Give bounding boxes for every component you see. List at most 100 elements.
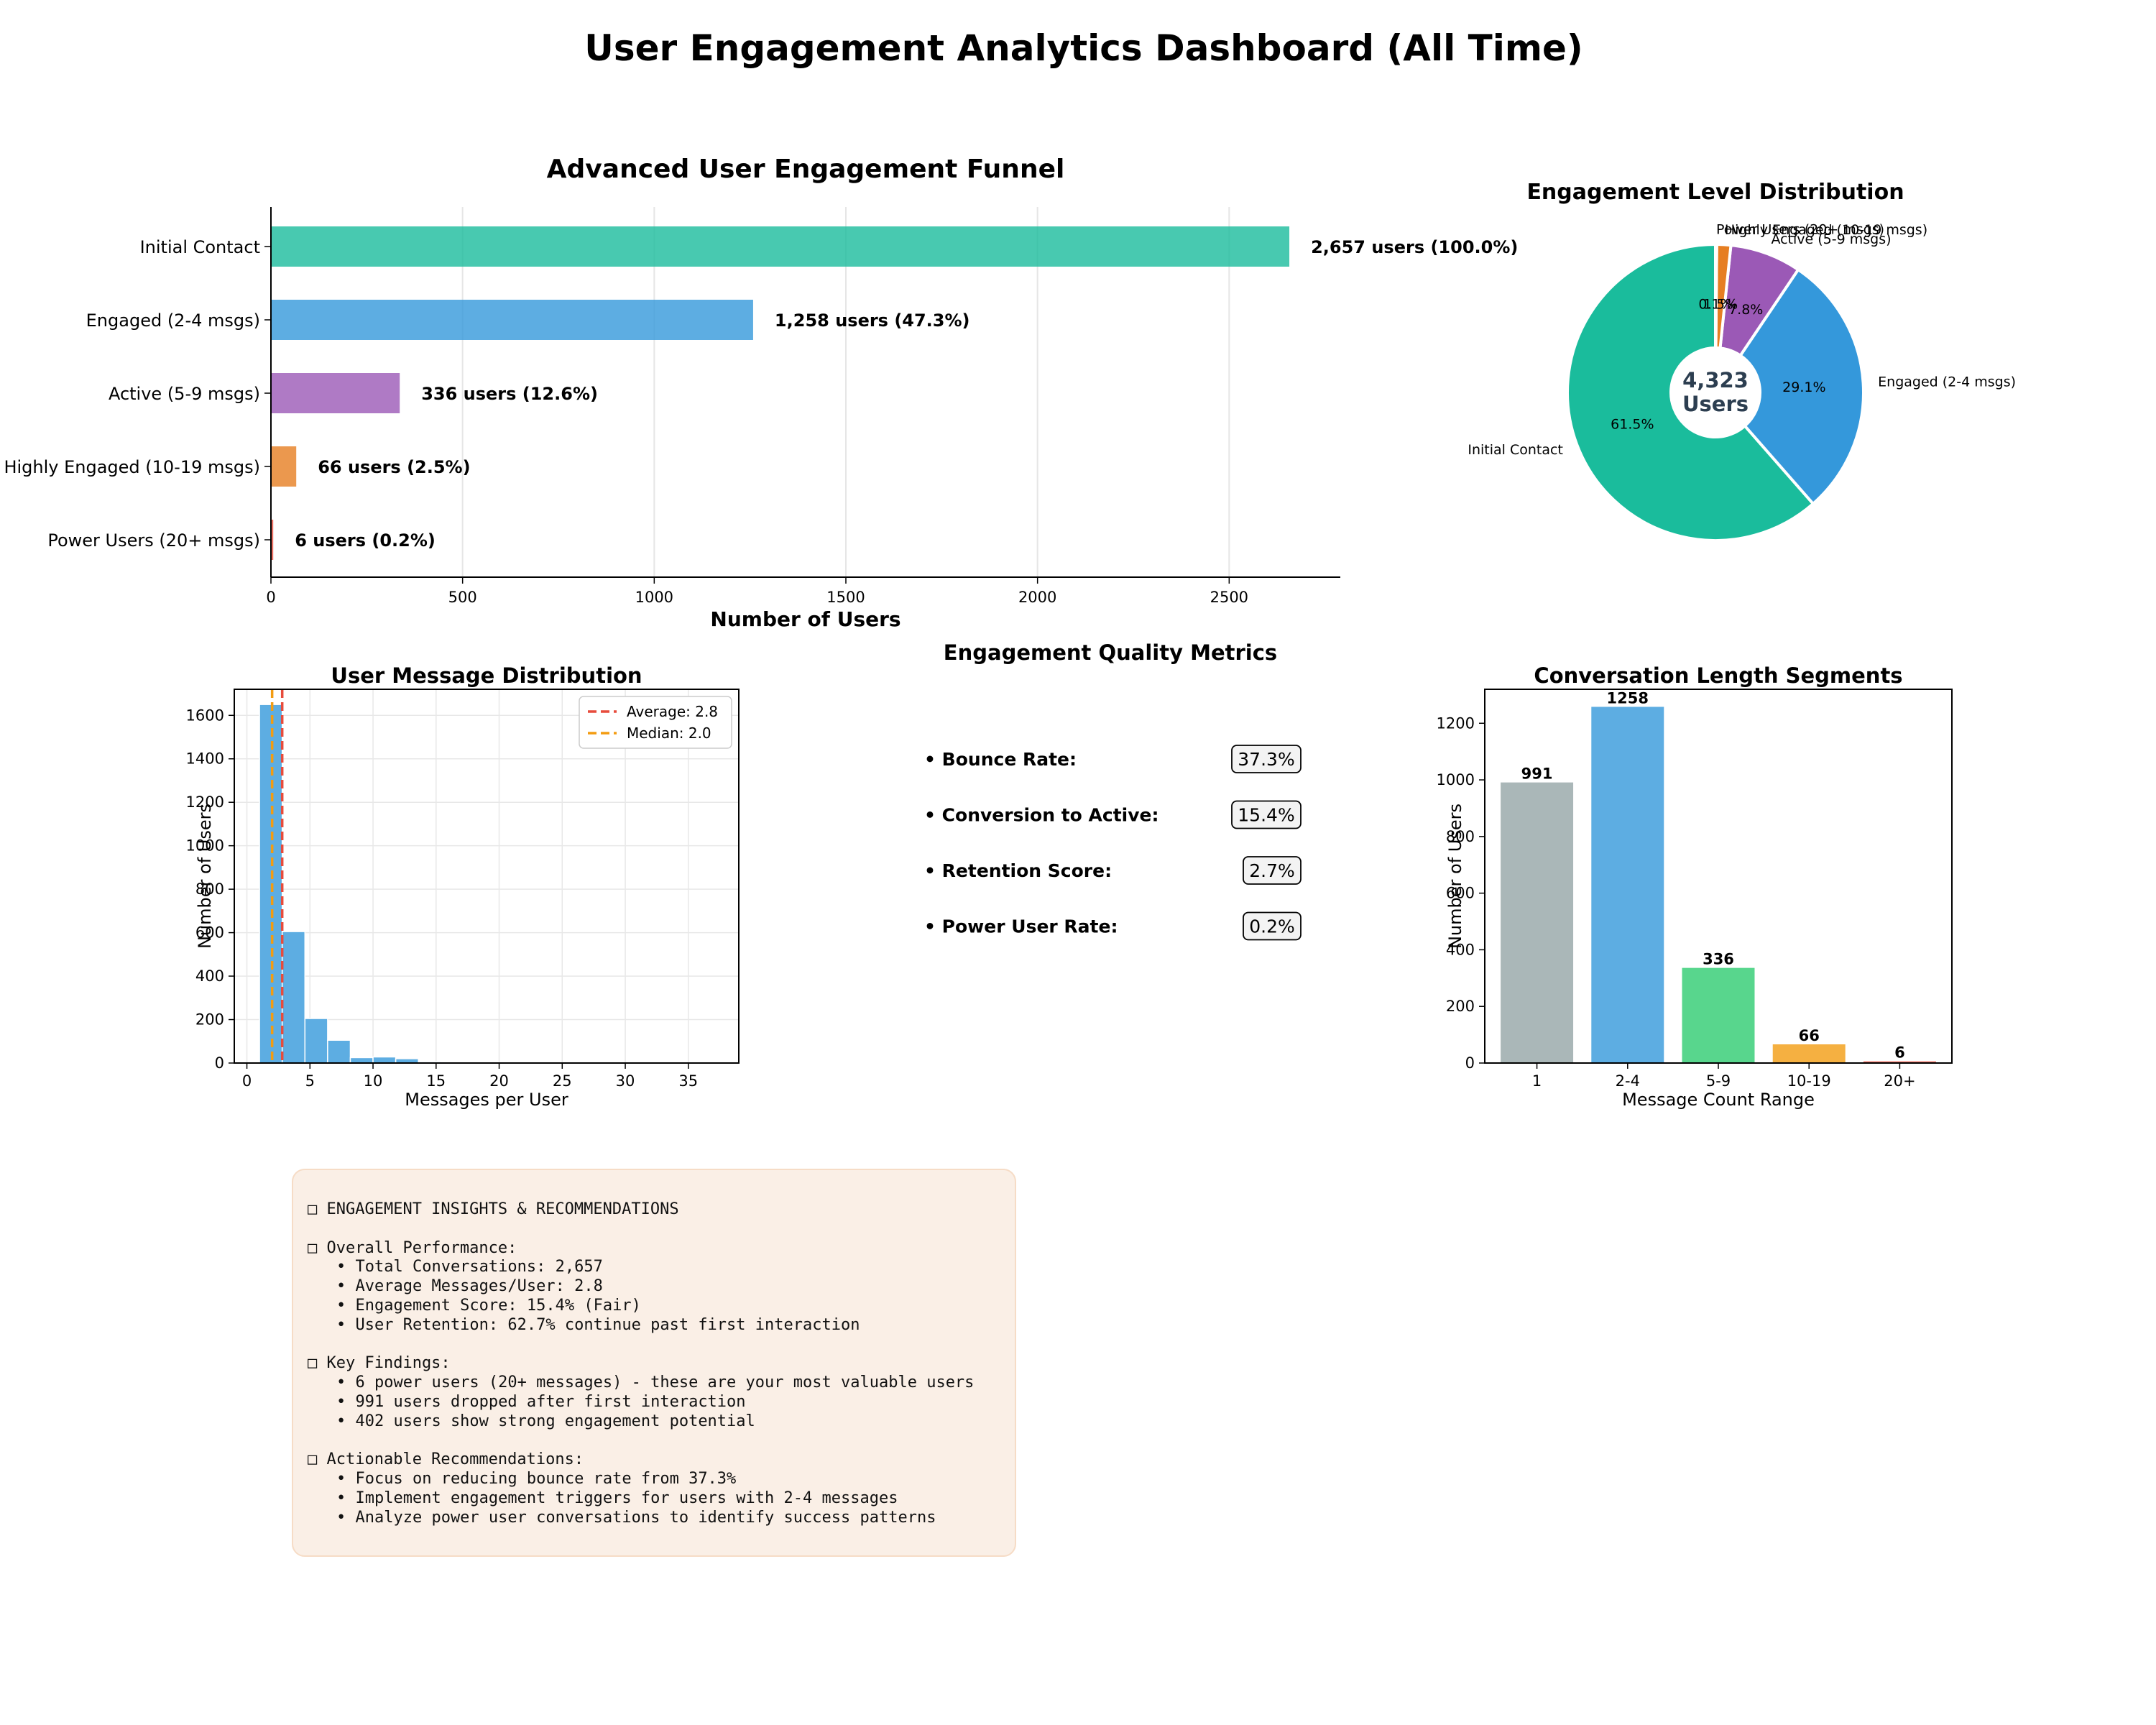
histogram-ytick-label: 200 xyxy=(195,1011,224,1029)
segments-category-label: 2-4 xyxy=(1616,1072,1640,1090)
funnel-x-label: Number of Users xyxy=(710,607,900,631)
pie-center-label: Users xyxy=(1682,392,1749,416)
histogram-xtick-label: 35 xyxy=(678,1072,698,1090)
histogram-xtick-label: 20 xyxy=(489,1072,509,1090)
pie-slice-label: Power Users (20+ msgs) xyxy=(1716,221,1884,237)
funnel-xtick-label: 2500 xyxy=(1210,589,1248,606)
pie-percent-label: 61.5% xyxy=(1611,417,1654,433)
funnel-chart: Advanced User Engagement Funnel 0 500 1000 1… xyxy=(4,155,1518,631)
histogram-x-label: Messages per User xyxy=(405,1090,568,1110)
funnel-category-label: Initial Contact xyxy=(140,237,260,257)
histogram-bar xyxy=(372,1056,397,1064)
histogram-xtick-label: 10 xyxy=(364,1072,383,1090)
segments-bar-5-9 xyxy=(1682,967,1755,1063)
metric-value: 37.3% xyxy=(1238,749,1294,770)
pie-percent-label: 29.1% xyxy=(1782,380,1825,395)
histogram-xtick-label: 15 xyxy=(426,1072,446,1090)
insights-bullet: • Focus on reducing bounce rate from 37.… xyxy=(336,1470,737,1489)
segments-bar-2-4 xyxy=(1591,707,1664,1063)
insights-bullet: • Engagement Score: 15.4% (Fair) xyxy=(336,1296,641,1315)
segments-category-label: 20+ xyxy=(1884,1072,1915,1090)
metric-label: • Power User Rate: xyxy=(924,916,1118,937)
funnel-title: Advanced User Engagement Funnel xyxy=(547,155,1065,184)
funnel-category-label: Engaged (2-4 msgs) xyxy=(86,310,260,331)
segments-data-label: 6 xyxy=(1894,1044,1905,1062)
funnel-data-label: 1,258 users (47.3%) xyxy=(775,310,970,331)
funnel-category-label: Highly Engaged (10-19 msgs) xyxy=(4,457,260,477)
funnel-bar-engaged-2-4-msgs xyxy=(271,300,753,340)
histogram-bar xyxy=(349,1057,374,1064)
histogram-bar xyxy=(304,1018,328,1064)
insights-bullet: • 991 users dropped after first interact… xyxy=(336,1392,746,1411)
insights-bullet: • 6 power users (20+ messages) - these a… xyxy=(336,1374,975,1392)
segments-title: Conversation Length Segments xyxy=(1534,663,1902,688)
histogram-y-label: Number of Users xyxy=(195,804,215,949)
funnel-category-label: Power Users (20+ msgs) xyxy=(47,530,260,551)
segments-ytick-label: 0 xyxy=(1465,1054,1475,1072)
segments-bar-10-19 xyxy=(1772,1044,1846,1063)
segments-category-label: 10-19 xyxy=(1787,1072,1831,1090)
histogram-ytick-label: 0 xyxy=(215,1054,224,1072)
insights-bullet: • User Retention: 62.7% continue past fi… xyxy=(336,1315,860,1334)
segments-category-label: 5-9 xyxy=(1706,1072,1731,1090)
funnel-bar-active-5-9-msgs xyxy=(271,373,400,413)
histogram-ytick-label: 1600 xyxy=(186,707,224,724)
segments-chart: Conversation Length Segments020040060080… xyxy=(1437,663,1953,1110)
histogram-legend-label: Average: 2.8 xyxy=(627,703,718,720)
insights-panel: □ ENGAGEMENT INSIGHTS & RECOMMENDATIONS □… xyxy=(292,1169,1016,1557)
funnel-data-label: 336 users (12.6%) xyxy=(421,384,598,404)
histogram-xtick-label: 0 xyxy=(242,1072,252,1090)
segments-ytick-label: 1000 xyxy=(1437,771,1475,788)
insights-section-title: □ Key Findings: xyxy=(308,1354,451,1373)
insights-spacer xyxy=(308,1335,1000,1355)
pie-title: Engagement Level Distribution xyxy=(1526,180,1904,205)
pie-chart: Engagement Level Distribution 61.5% Initia… xyxy=(1468,180,2016,542)
dashboard-title: User Engagement Analytics Dashboard (All… xyxy=(584,27,1583,69)
funnel-xtick-label: 500 xyxy=(448,589,477,606)
metric-value: 15.4% xyxy=(1238,805,1294,826)
segments-data-label: 66 xyxy=(1799,1027,1820,1044)
funnel-data-label: 6 users (0.2%) xyxy=(295,530,436,551)
histogram-bar xyxy=(327,1039,351,1064)
insights-section-title: □ Actionable Recommendations: xyxy=(308,1450,584,1469)
histogram-bar xyxy=(259,704,283,1064)
segments-category-label: 1 xyxy=(1532,1072,1542,1090)
histogram-ytick-label: 1400 xyxy=(186,750,224,768)
histogram-xtick-label: 30 xyxy=(616,1072,635,1090)
segments-data-label: 336 xyxy=(1703,951,1734,968)
pie-slice-label: Engaged (2-4 msgs) xyxy=(1878,374,2016,390)
segments-data-label: 1258 xyxy=(1607,689,1649,707)
segments-bar-1 xyxy=(1501,782,1574,1063)
funnel-bar-initial-contact xyxy=(271,226,1290,267)
segments-x-label: Message Count Range xyxy=(1622,1090,1815,1110)
segments-ytick-label: 1200 xyxy=(1437,714,1475,732)
histogram-title: User Message Distribution xyxy=(331,663,642,688)
insights-bullet: • 402 users show strong engagement poten… xyxy=(336,1412,755,1430)
insights-heading: □ ENGAGEMENT INSIGHTS & RECOMMENDATIONS xyxy=(308,1200,679,1218)
metric-label: • Retention Score: xyxy=(924,860,1112,881)
pie-percent-label: 0.1% xyxy=(1698,296,1733,312)
pie-slice-label: Initial Contact xyxy=(1468,442,1563,458)
funnel-xtick-label: 2000 xyxy=(1018,589,1056,606)
segments-data-label: 991 xyxy=(1521,765,1553,783)
segments-ytick-label: 200 xyxy=(1446,998,1475,1015)
insights-section-title: □ Overall Performance: xyxy=(308,1238,517,1257)
funnel-bar-highly-engaged-10-19-msgs xyxy=(271,446,297,487)
funnel-xtick-label: 0 xyxy=(266,589,275,606)
segments-y-label: Number of Users xyxy=(1445,804,1465,949)
histogram-ytick-label: 400 xyxy=(195,967,224,985)
metrics-title: Engagement Quality Metrics xyxy=(944,640,1277,665)
metrics-panel: Engagement Quality Metrics • Bounce Rate:… xyxy=(924,640,1302,941)
funnel-xtick-label: 1000 xyxy=(635,589,673,606)
insights-spacer xyxy=(308,1220,1000,1239)
metric-value: 0.2% xyxy=(1249,916,1295,937)
histogram-xtick-label: 25 xyxy=(553,1072,572,1090)
metric-label: • Conversion to Active: xyxy=(924,805,1158,826)
funnel-xtick-label: 1500 xyxy=(826,589,865,606)
metric-label: • Bounce Rate: xyxy=(924,749,1077,770)
insights-spacer xyxy=(308,1432,1000,1451)
histogram-xtick-label: 5 xyxy=(305,1072,315,1090)
insights-bullet: • Total Conversations: 2,657 xyxy=(336,1258,603,1276)
funnel-data-label: 2,657 users (100.0%) xyxy=(1311,237,1518,257)
histogram-bar xyxy=(281,931,306,1064)
